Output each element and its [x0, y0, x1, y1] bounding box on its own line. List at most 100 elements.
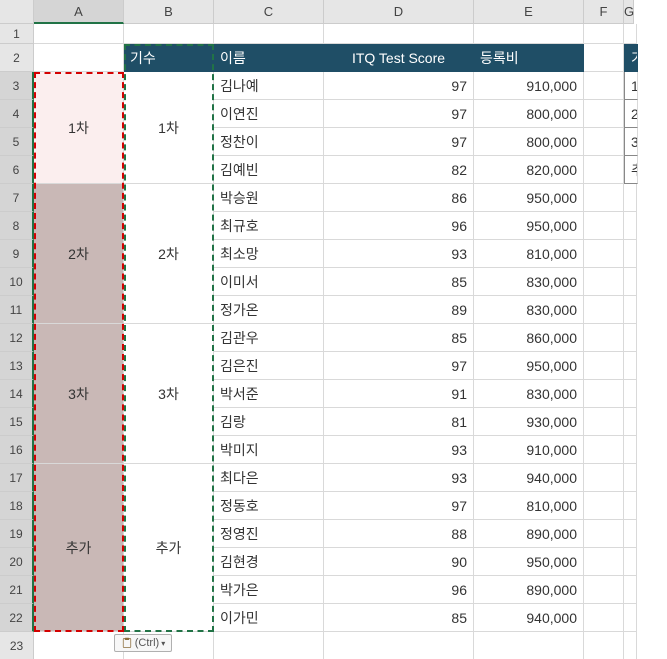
cell-F8[interactable]	[584, 212, 624, 240]
cell-score-17[interactable]: 93	[324, 464, 474, 492]
cell-G7[interactable]	[624, 184, 637, 212]
cell-r23-c6[interactable]	[624, 632, 637, 659]
cell-blank[interactable]	[34, 24, 124, 44]
cell-score-6[interactable]: 82	[324, 156, 474, 184]
row-header-3[interactable]: 3	[0, 72, 34, 100]
row-header-5[interactable]: 5	[0, 128, 34, 156]
merged-B-2차[interactable]: 2차	[124, 184, 214, 324]
merged-B-1차[interactable]: 1차	[124, 72, 214, 184]
header-cell-등록비[interactable]: 등록비	[474, 44, 584, 72]
column-header-D[interactable]: D	[324, 0, 474, 24]
row-header-4[interactable]: 4	[0, 100, 34, 128]
cell-score-19[interactable]: 88	[324, 520, 474, 548]
cell-fee-10[interactable]: 830,000	[474, 268, 584, 296]
paste-options-button[interactable]: (Ctrl) ▾	[114, 634, 172, 652]
cell-G15[interactable]	[624, 408, 637, 436]
cell-score-8[interactable]: 96	[324, 212, 474, 240]
cell-name-20[interactable]: 김현경	[214, 548, 324, 576]
cell-name-22[interactable]: 이가민	[214, 604, 324, 632]
cell-blank[interactable]	[214, 24, 324, 44]
cell-name-21[interactable]: 박가은	[214, 576, 324, 604]
cell-name-4[interactable]: 이연진	[214, 100, 324, 128]
spreadsheet[interactable]: ABCDEFG 12345678910111213141516171819202…	[0, 0, 667, 659]
header-cell-기수[interactable]: 기수	[124, 44, 214, 72]
row-header-19[interactable]: 19	[0, 520, 34, 548]
cell-fee-12[interactable]: 860,000	[474, 324, 584, 352]
cell-F17[interactable]	[584, 464, 624, 492]
cell-score-21[interactable]: 96	[324, 576, 474, 604]
cell-name-7[interactable]: 박승원	[214, 184, 324, 212]
row-header-12[interactable]: 12	[0, 324, 34, 352]
cell-fee-14[interactable]: 830,000	[474, 380, 584, 408]
cell-score-9[interactable]: 93	[324, 240, 474, 268]
cell-score-4[interactable]: 97	[324, 100, 474, 128]
row-header-23[interactable]: 23	[0, 632, 34, 659]
cell-G19[interactable]	[624, 520, 637, 548]
cell-G12[interactable]	[624, 324, 637, 352]
cell-G22[interactable]	[624, 604, 637, 632]
cell-fee-20[interactable]: 950,000	[474, 548, 584, 576]
cell-blank[interactable]	[474, 24, 584, 44]
cell-G14[interactable]	[624, 380, 637, 408]
row-header-17[interactable]: 17	[0, 464, 34, 492]
cell-fee-8[interactable]: 950,000	[474, 212, 584, 240]
column-header-A[interactable]: A	[34, 0, 124, 24]
cell-F21[interactable]	[584, 576, 624, 604]
cell-blank[interactable]	[584, 24, 624, 44]
cell-G5[interactable]: 3차	[624, 128, 638, 156]
cell-fee-11[interactable]: 830,000	[474, 296, 584, 324]
cell-score-18[interactable]: 97	[324, 492, 474, 520]
cell-fee-7[interactable]: 950,000	[474, 184, 584, 212]
cell-F20[interactable]	[584, 548, 624, 576]
cell-G17[interactable]	[624, 464, 637, 492]
column-header-G[interactable]: G	[624, 0, 634, 24]
cell-fee-9[interactable]: 810,000	[474, 240, 584, 268]
column-header-B[interactable]: B	[124, 0, 214, 24]
cell-F16[interactable]	[584, 436, 624, 464]
cell-name-5[interactable]: 정찬이	[214, 128, 324, 156]
row-header-10[interactable]: 10	[0, 268, 34, 296]
cell-blank[interactable]	[124, 24, 214, 44]
header-cell-이름[interactable]: 이름	[214, 44, 324, 72]
row-header-11[interactable]: 11	[0, 296, 34, 324]
cell-score-22[interactable]: 85	[324, 604, 474, 632]
cell-r23-c4[interactable]	[474, 632, 584, 659]
column-header-C[interactable]: C	[214, 0, 324, 24]
cell-G9[interactable]	[624, 240, 637, 268]
column-header-F[interactable]: F	[584, 0, 624, 24]
merged-B-추가[interactable]: 추가	[124, 464, 214, 632]
cell-name-13[interactable]: 김은진	[214, 352, 324, 380]
cell-r23-c2[interactable]	[214, 632, 324, 659]
row-header-15[interactable]: 15	[0, 408, 34, 436]
cell-name-17[interactable]: 최다은	[214, 464, 324, 492]
cell-F7[interactable]	[584, 184, 624, 212]
cell-F6[interactable]	[584, 156, 624, 184]
cell-score-12[interactable]: 85	[324, 324, 474, 352]
cell-score-14[interactable]: 91	[324, 380, 474, 408]
cell-G4[interactable]: 2차	[624, 100, 638, 128]
row-header-6[interactable]: 6	[0, 156, 34, 184]
header-cell-기-right[interactable]: 기	[624, 44, 638, 72]
cell-score-7[interactable]: 86	[324, 184, 474, 212]
row-header-22[interactable]: 22	[0, 604, 34, 632]
row-header-21[interactable]: 21	[0, 576, 34, 604]
cell-G6[interactable]: 추	[624, 156, 638, 184]
cell-A2[interactable]	[34, 44, 124, 72]
cell-r23-c3[interactable]	[324, 632, 474, 659]
column-header-E[interactable]: E	[474, 0, 584, 24]
cell-fee-4[interactable]: 800,000	[474, 100, 584, 128]
cell-r23-c0[interactable]	[34, 632, 124, 659]
cell-F12[interactable]	[584, 324, 624, 352]
cell-G13[interactable]	[624, 352, 637, 380]
cell-F9[interactable]	[584, 240, 624, 268]
cell-fee-19[interactable]: 890,000	[474, 520, 584, 548]
cell-name-19[interactable]: 정영진	[214, 520, 324, 548]
merged-B-3차[interactable]: 3차	[124, 324, 214, 464]
cell-fee-6[interactable]: 820,000	[474, 156, 584, 184]
cell-name-14[interactable]: 박서준	[214, 380, 324, 408]
cell-score-3[interactable]: 97	[324, 72, 474, 100]
cell-name-16[interactable]: 박미지	[214, 436, 324, 464]
row-header-18[interactable]: 18	[0, 492, 34, 520]
cell-fee-3[interactable]: 910,000	[474, 72, 584, 100]
cell-name-12[interactable]: 김관우	[214, 324, 324, 352]
